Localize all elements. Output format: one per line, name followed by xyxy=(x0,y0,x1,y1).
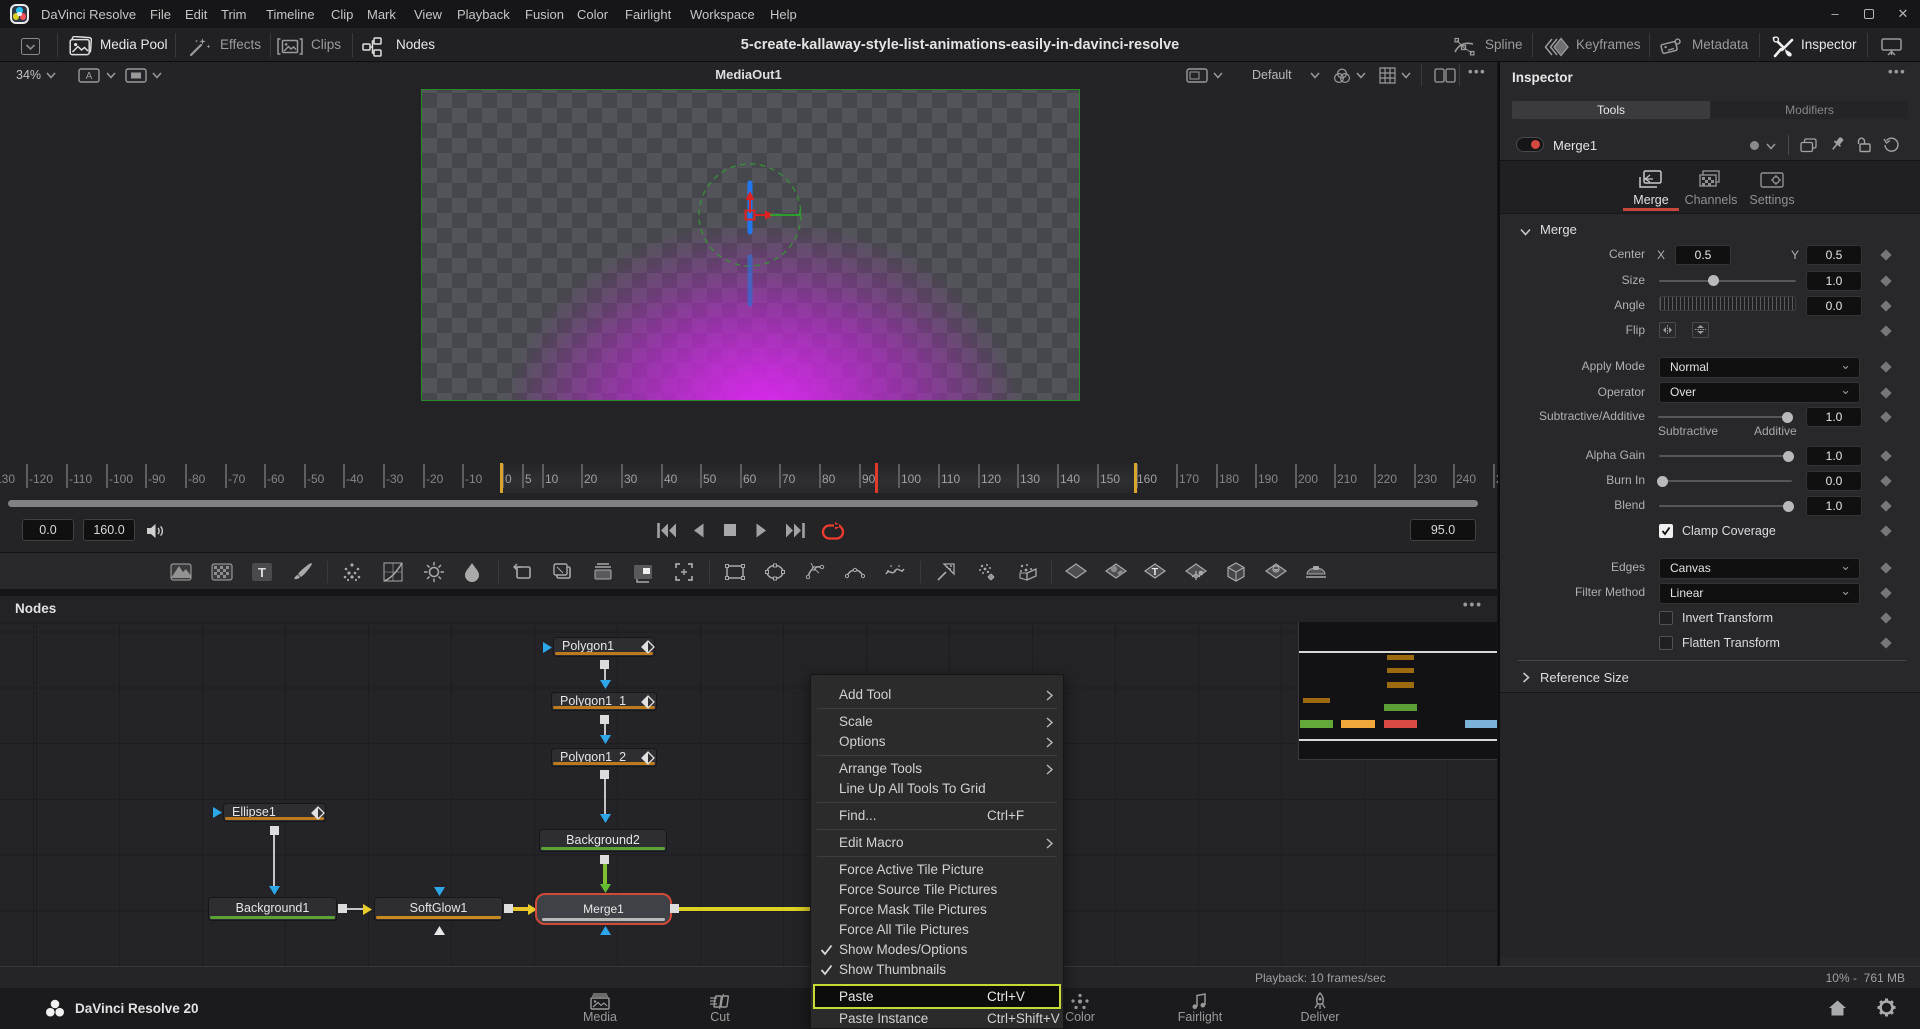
svg-text:T: T xyxy=(258,565,266,580)
svg-text:T: T xyxy=(1152,566,1159,578)
svg-text:A: A xyxy=(86,71,93,82)
